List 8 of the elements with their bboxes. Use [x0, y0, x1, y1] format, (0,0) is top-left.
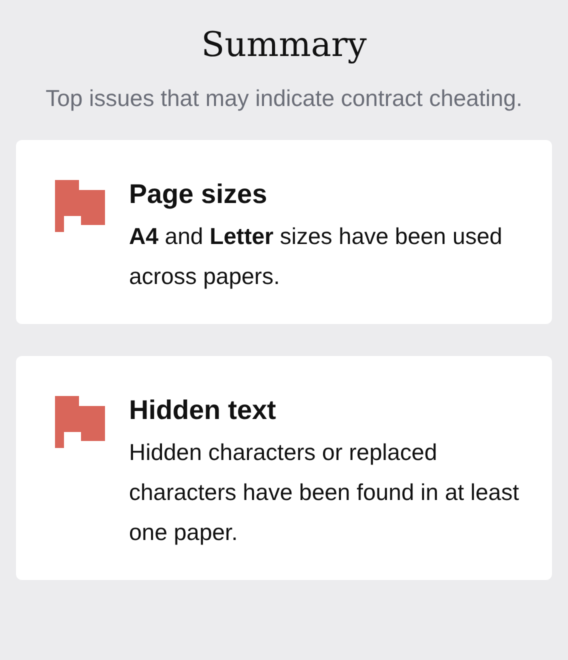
issue-description: Hidden characters or replaced characters have been found in at least one paper.: [129, 438, 520, 547]
issue-description: A4 and Letter sizes have been used across papers.: [129, 222, 504, 291]
summary-subtitle: Top issues that may indicate contract cheating.: [44, 84, 524, 113]
summary-title: Summary: [200, 24, 368, 67]
issue-title: Page sizes: [129, 178, 268, 211]
issue-title: Hidden text: [129, 394, 278, 427]
flag-icon: [55, 180, 105, 232]
flag-icon: [55, 396, 105, 448]
